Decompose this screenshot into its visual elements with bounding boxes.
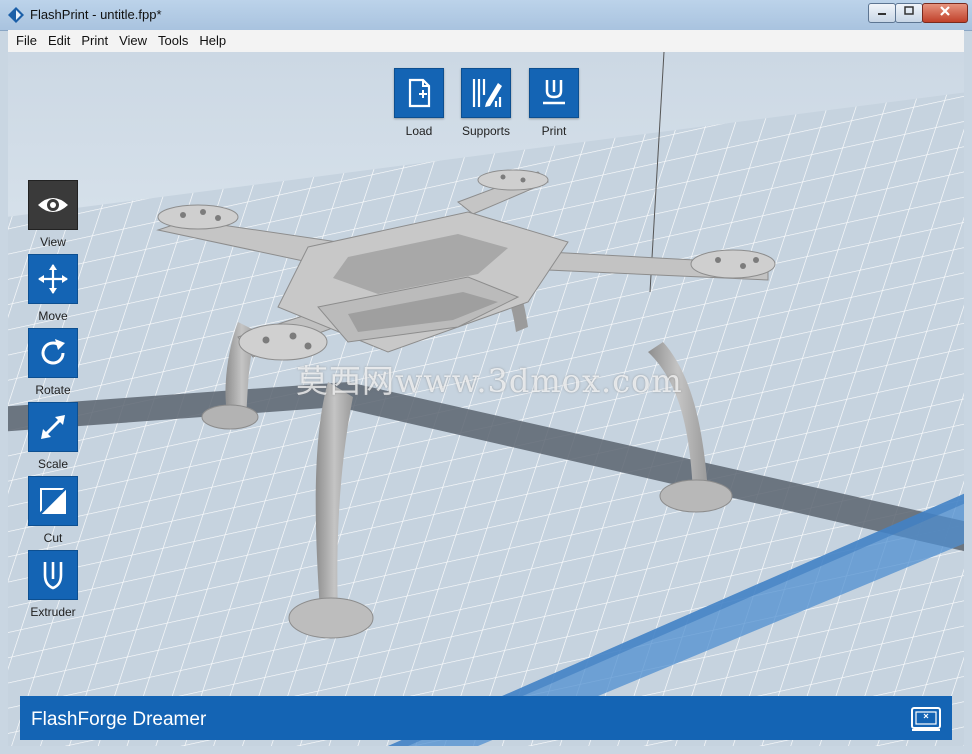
eye-icon	[38, 198, 68, 212]
scale-tool[interactable]: Scale	[28, 402, 78, 471]
print-icon	[543, 80, 565, 105]
print-button[interactable]: Print	[514, 68, 594, 138]
maximize-button[interactable]	[895, 3, 923, 23]
printer-status-bar: FlashForge Dreamer	[20, 696, 952, 740]
menu-edit[interactable]: Edit	[43, 30, 75, 48]
cut-tool[interactable]: Cut	[28, 476, 78, 545]
menu-print[interactable]: Print	[76, 30, 113, 48]
close-button[interactable]	[922, 3, 968, 23]
rotate-tool[interactable]: Rotate	[28, 328, 78, 397]
cut-icon	[37, 485, 69, 517]
extruder-icon	[43, 562, 63, 590]
extruder-label: Extruder	[30, 605, 76, 619]
move-arrows-icon	[38, 264, 68, 294]
load-file-icon	[408, 78, 431, 108]
supports-icon	[472, 79, 502, 107]
move-tool[interactable]: Move	[28, 254, 78, 323]
minimize-button[interactable]	[868, 3, 896, 23]
rotate-label: Rotate	[35, 383, 71, 397]
3d-viewport[interactable]: Load Supports Print View Move Rotate Sca…	[8, 52, 964, 746]
close-icon	[940, 6, 950, 16]
move-label: Move	[38, 309, 68, 323]
watermark-text: 莫西网www.3dmox.com	[296, 362, 683, 400]
rotate-icon	[41, 339, 65, 365]
window-titlebar: FlashPrint - untitle.fpp*	[0, 0, 972, 31]
print-label: Print	[541, 124, 567, 138]
app-logo-icon	[8, 7, 24, 23]
minimize-icon	[878, 13, 886, 15]
window-title: FlashPrint - untitle.fpp*	[30, 7, 162, 22]
scale-arrow-icon	[41, 415, 65, 439]
printer-name: FlashForge Dreamer	[31, 709, 207, 730]
menu-view[interactable]: View	[114, 30, 152, 48]
maximize-icon	[904, 6, 914, 15]
menu-help[interactable]: Help	[194, 30, 231, 48]
menu-bar: File Edit Print View Tools Help	[8, 30, 964, 53]
printer-icon[interactable]	[910, 706, 942, 732]
cut-label: Cut	[43, 531, 63, 545]
menu-tools[interactable]: Tools	[153, 30, 193, 48]
view-label: View	[40, 235, 66, 249]
view-tool[interactable]: View	[28, 180, 78, 249]
scale-label: Scale	[37, 457, 69, 471]
extruder-tool[interactable]: Extruder	[28, 550, 78, 619]
menu-file[interactable]: File	[11, 30, 42, 48]
